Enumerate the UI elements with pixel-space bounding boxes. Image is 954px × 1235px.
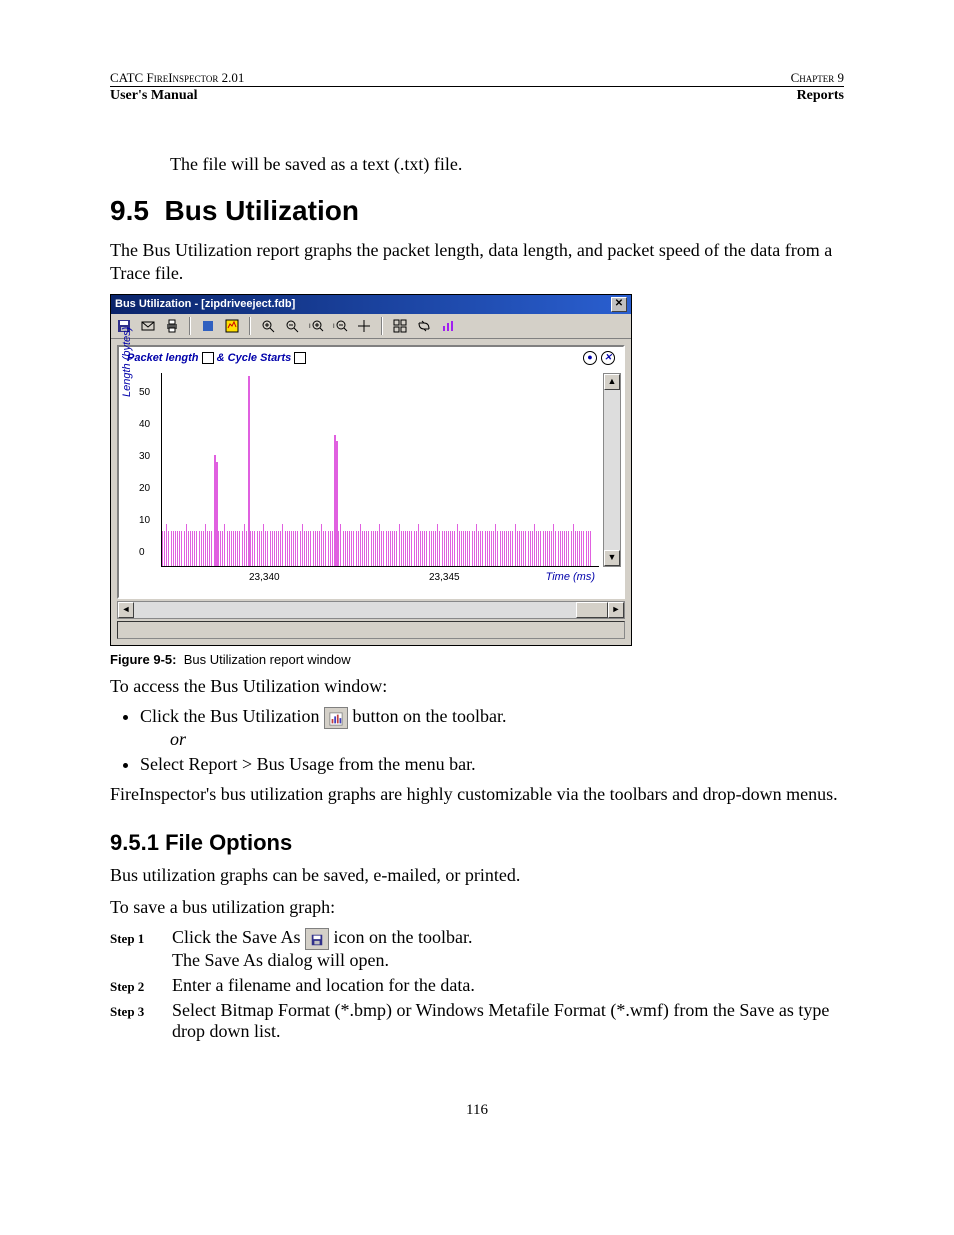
scroll-left-icon[interactable]: ◄ bbox=[118, 602, 134, 618]
bullet-menu-path: Select Report > Bus Usage from the menu … bbox=[140, 754, 844, 775]
access-heading: To access the Bus Utilization window: bbox=[110, 675, 844, 698]
window-title: Bus Utilization - [zipdriveeject.fdb] bbox=[115, 298, 295, 310]
header-left-top: CATC FireInspector 2.01 bbox=[110, 70, 244, 86]
svg-text:I: I bbox=[333, 324, 335, 330]
page-number: 116 bbox=[110, 1102, 844, 1119]
scroll-up-icon[interactable]: ▲ bbox=[604, 374, 620, 390]
step-label: Step 1 bbox=[110, 931, 172, 971]
or-text: or bbox=[170, 729, 844, 750]
tile-icon[interactable] bbox=[391, 317, 409, 335]
vertical-scrollbar[interactable]: ▲ ▼ bbox=[603, 373, 621, 567]
ytick: 30 bbox=[139, 451, 150, 462]
print-icon[interactable] bbox=[163, 317, 181, 335]
zoom-x-out-icon[interactable]: I bbox=[331, 317, 349, 335]
crosshair-icon[interactable] bbox=[355, 317, 373, 335]
step-row: Step 3 Select Bitmap Format (*.bmp) or W… bbox=[110, 1000, 844, 1042]
legend-swatch-1 bbox=[202, 352, 214, 364]
graph-panel: Packet length & Cycle Starts ● ✕ Length … bbox=[117, 345, 625, 599]
ytick: 40 bbox=[139, 419, 150, 430]
xtick: 23,340 bbox=[249, 572, 280, 583]
plot-area bbox=[161, 373, 599, 567]
y-axis-label: Length (bytes) bbox=[121, 326, 133, 396]
file-options-p1: Bus utilization graphs can be saved, e-m… bbox=[110, 864, 844, 887]
step-row: Step 2 Enter a filename and location for… bbox=[110, 975, 844, 996]
subsection-heading: 9.5.1 File Options bbox=[110, 830, 844, 856]
save-as-icon bbox=[305, 928, 329, 950]
step-row: Step 1 Click the Save As icon on the too… bbox=[110, 927, 844, 971]
step-label: Step 2 bbox=[110, 979, 172, 996]
scroll-right-icon[interactable]: ► bbox=[608, 602, 624, 618]
running-header-bottom: User's Manual Reports bbox=[110, 86, 844, 104]
ytick: 20 bbox=[139, 483, 150, 494]
figure-caption: Figure 9-5: Bus Utilization report windo… bbox=[110, 652, 844, 667]
step-label: Step 3 bbox=[110, 1004, 172, 1042]
status-bar bbox=[117, 621, 625, 639]
bus-utilization-icon bbox=[324, 707, 348, 729]
intro-text: The file will be saved as a text (.txt) … bbox=[170, 154, 844, 175]
zoom-x-in-icon[interactable]: I bbox=[307, 317, 325, 335]
toolbar: I I bbox=[111, 314, 631, 339]
ytick: 50 bbox=[139, 387, 150, 398]
scroll-down-icon[interactable]: ▼ bbox=[604, 550, 620, 566]
xtick: 23,345 bbox=[429, 572, 460, 583]
section-paragraph: The Bus Utilization report graphs the pa… bbox=[110, 239, 844, 286]
scroll-thumb[interactable] bbox=[576, 602, 608, 618]
close-graph-icon[interactable]: ✕ bbox=[601, 351, 615, 365]
ytick: 10 bbox=[139, 515, 150, 526]
header-left-bottom: User's Manual bbox=[110, 88, 198, 104]
chart-tool-icon[interactable] bbox=[223, 317, 241, 335]
bullet-click-button: Click the Bus Utilization button on the … bbox=[140, 706, 844, 750]
file-options-p2: To save a bus utilization graph: bbox=[110, 896, 844, 919]
bar-chart-icon[interactable] bbox=[439, 317, 457, 335]
header-right-top: Chapter 9 bbox=[791, 70, 844, 86]
sync-icon[interactable] bbox=[415, 317, 433, 335]
ytick: 0 bbox=[139, 547, 145, 558]
close-icon[interactable]: ✕ bbox=[611, 297, 627, 312]
header-right-bottom: Reports bbox=[797, 88, 844, 104]
running-header-top: CATC FireInspector 2.01 Chapter 9 bbox=[110, 70, 844, 86]
section-heading: 9.5 Bus Utilization bbox=[110, 195, 844, 227]
legend-swatch-2 bbox=[294, 352, 306, 364]
zoom-out-icon[interactable] bbox=[283, 317, 301, 335]
record-icon[interactable]: ● bbox=[583, 351, 597, 365]
horizontal-scrollbar[interactable]: ◄ ► bbox=[117, 601, 625, 619]
zoom-in-icon[interactable] bbox=[259, 317, 277, 335]
window-titlebar[interactable]: Bus Utilization - [zipdriveeject.fdb] ✕ bbox=[111, 295, 631, 314]
customizable-paragraph: FireInspector's bus utilization graphs a… bbox=[110, 783, 844, 806]
figure-window: Bus Utilization - [zipdriveeject.fdb] ✕ … bbox=[110, 294, 844, 646]
x-axis-label: Time (ms) bbox=[546, 571, 595, 583]
svg-text:I: I bbox=[309, 324, 311, 330]
email-icon[interactable] bbox=[139, 317, 157, 335]
graph-title: Packet length & Cycle Starts ● ✕ bbox=[119, 347, 623, 369]
stop-icon[interactable] bbox=[199, 317, 217, 335]
